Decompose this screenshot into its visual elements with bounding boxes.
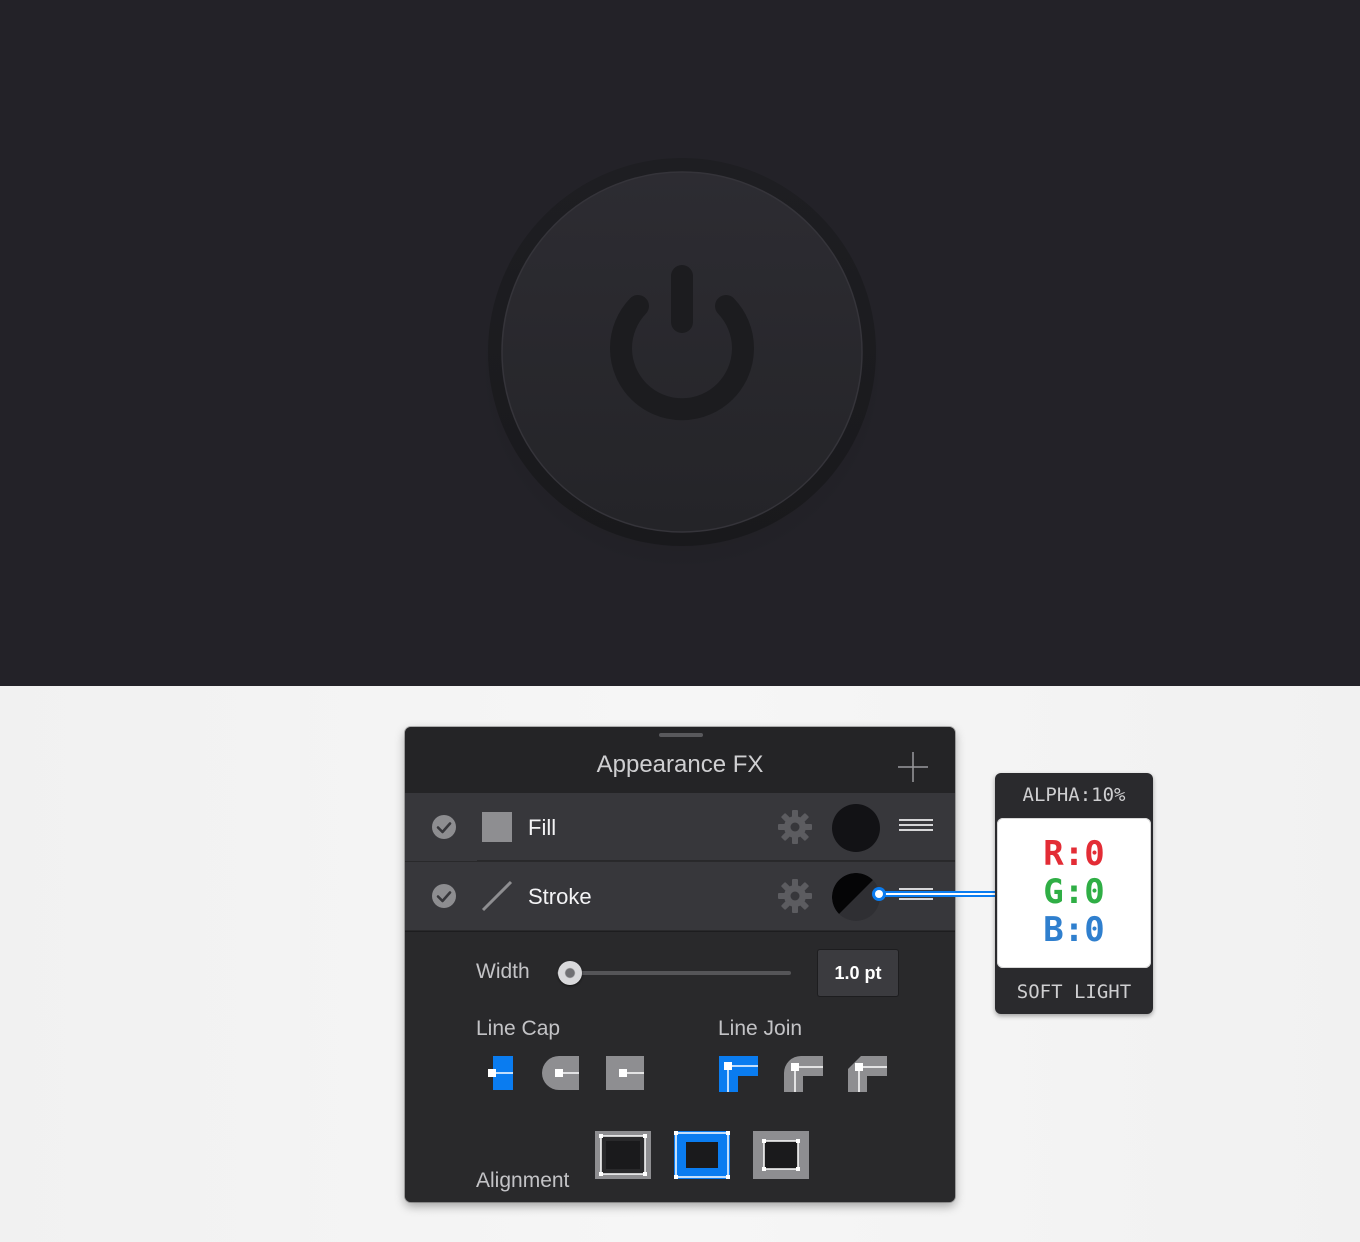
width-value-field[interactable]: 1.0 pt bbox=[817, 949, 899, 997]
align-outside-option[interactable] bbox=[753, 1131, 809, 1179]
stroke-line-icon bbox=[481, 880, 513, 912]
butt-cap-option[interactable] bbox=[487, 1056, 519, 1090]
red-value: R:0 bbox=[1043, 834, 1105, 874]
line-cap-label: Line Cap bbox=[476, 1017, 561, 1040]
blue-value: B:0 bbox=[1043, 910, 1105, 950]
fill-color-swatch[interactable] bbox=[832, 804, 880, 852]
drag-handle[interactable] bbox=[659, 733, 703, 737]
width-slider-knob[interactable] bbox=[558, 961, 582, 985]
stroke-settings: Width 1.0 pt Line Cap Line Join Alignmen… bbox=[405, 931, 955, 1202]
appearance-panel: Appearance FX Fill Stroke Width 1.0 pt L… bbox=[405, 727, 955, 1202]
color-info-tooltip: ALPHA:10% R:0 G:0 B:0 SOFT LIGHT bbox=[995, 773, 1153, 1014]
blend-mode-readout: SOFT LIGHT bbox=[1016, 981, 1132, 1003]
stroke-label: Stroke bbox=[528, 884, 592, 909]
fill-label: Fill bbox=[528, 815, 557, 840]
square-cap-option[interactable] bbox=[605, 1056, 645, 1090]
color-callout-connector bbox=[872, 887, 995, 901]
fill-square-icon bbox=[482, 812, 512, 842]
rgb-card: R:0 G:0 B:0 bbox=[997, 818, 1151, 968]
width-slider-track[interactable] bbox=[557, 971, 791, 975]
width-label: Width bbox=[476, 960, 530, 983]
power-button-artwork bbox=[477, 158, 887, 573]
align-inside-option[interactable] bbox=[595, 1131, 651, 1179]
fill-row[interactable]: Fill bbox=[405, 793, 955, 861]
bevel-join-option[interactable] bbox=[847, 1056, 887, 1092]
round-cap-option[interactable] bbox=[541, 1056, 583, 1090]
align-center-option[interactable] bbox=[674, 1131, 730, 1179]
hamburger-icon[interactable] bbox=[899, 819, 933, 835]
line-join-label: Line Join bbox=[718, 1017, 803, 1040]
add-icon[interactable] bbox=[897, 751, 929, 783]
panel-header: Appearance FX bbox=[405, 727, 955, 794]
gear-icon[interactable] bbox=[777, 878, 813, 914]
panel-title: Appearance FX bbox=[596, 751, 764, 778]
green-value: G:0 bbox=[1043, 872, 1105, 912]
alignment-label: Alignment bbox=[476, 1169, 570, 1192]
row-divider bbox=[477, 860, 955, 861]
alpha-readout: ALPHA:10% bbox=[1022, 784, 1126, 806]
gear-icon[interactable] bbox=[777, 809, 813, 845]
checkmark-icon[interactable] bbox=[431, 883, 457, 909]
miter-join-option[interactable] bbox=[718, 1056, 758, 1092]
round-join-option[interactable] bbox=[783, 1056, 823, 1092]
checkmark-icon[interactable] bbox=[431, 814, 457, 840]
artboard bbox=[0, 0, 1360, 686]
